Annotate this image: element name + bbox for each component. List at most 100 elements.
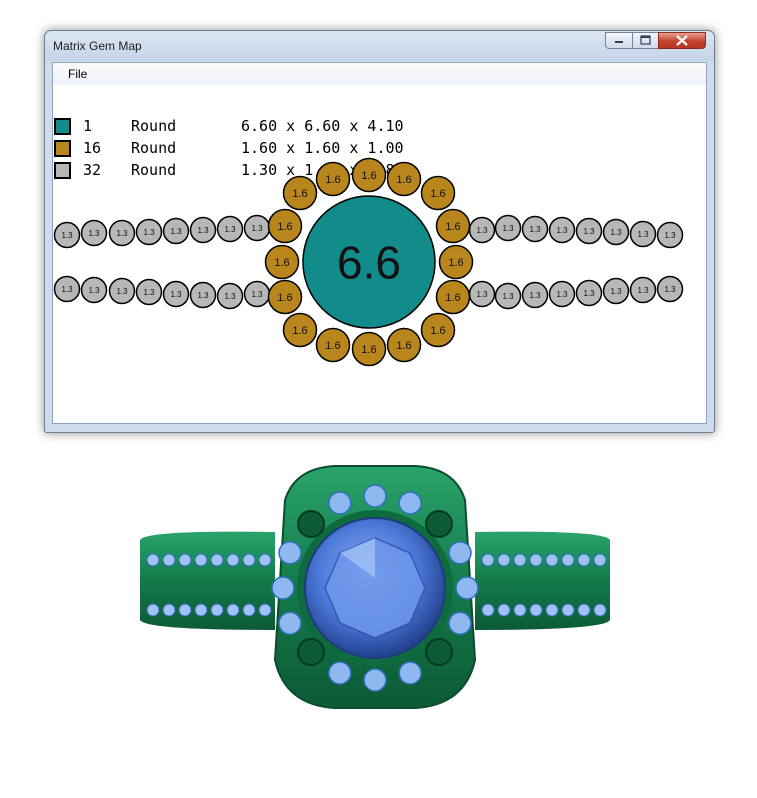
band-stone: 1.3 xyxy=(548,216,576,244)
band-stone: 1.3 xyxy=(243,214,271,242)
svg-text:1.6: 1.6 xyxy=(445,221,460,233)
svg-text:1.3: 1.3 xyxy=(88,229,100,238)
band-stone: 1.3 xyxy=(80,276,108,304)
halo-stone: 1.6 xyxy=(315,327,351,363)
ring-halo-stone xyxy=(363,668,387,692)
band-stone: 1.3 xyxy=(468,280,496,308)
ring-halo-stone xyxy=(455,576,479,600)
band-stone: 1.3 xyxy=(468,216,496,244)
svg-text:1.3: 1.3 xyxy=(610,287,622,296)
svg-text:1.3: 1.3 xyxy=(143,228,155,237)
ring-band-stone xyxy=(194,553,208,567)
band-stone: 1.3 xyxy=(189,216,217,244)
halo-stone: 1.6 xyxy=(386,161,422,197)
ring-band-stone xyxy=(545,553,559,567)
svg-text:1.3: 1.3 xyxy=(664,231,676,240)
minimize-icon xyxy=(615,41,623,43)
ring-halo-stone xyxy=(448,541,472,565)
svg-text:1.3: 1.3 xyxy=(170,227,182,236)
svg-text:1.3: 1.3 xyxy=(251,224,263,233)
close-button[interactable] xyxy=(658,32,706,49)
gem-map-window: Matrix Gem Map File 1 Round 6.60 x 6.60 … xyxy=(44,30,715,433)
ring-prong xyxy=(425,510,453,538)
ring-prong xyxy=(297,510,325,538)
svg-text:1.6: 1.6 xyxy=(292,325,307,337)
svg-text:1.6: 1.6 xyxy=(430,325,445,337)
title-bar[interactable]: Matrix Gem Map xyxy=(45,31,714,61)
close-icon xyxy=(676,35,688,46)
svg-text:1.6: 1.6 xyxy=(361,344,376,356)
band-stone: 1.3 xyxy=(53,275,81,303)
ring-render-image xyxy=(140,465,610,709)
ring-halo-stone xyxy=(271,576,295,600)
band-stone: 1.3 xyxy=(656,221,684,249)
halo-stone: 1.6 xyxy=(282,312,318,348)
ring-band-stone xyxy=(210,603,224,617)
svg-text:1.3: 1.3 xyxy=(583,289,595,298)
ring-band-stone xyxy=(577,553,591,567)
svg-text:1.3: 1.3 xyxy=(476,226,488,235)
ring-band-stone xyxy=(226,553,240,567)
band-stone: 1.3 xyxy=(521,215,549,243)
svg-text:1.6: 1.6 xyxy=(277,221,292,233)
svg-text:1.3: 1.3 xyxy=(143,288,155,297)
band-stone: 1.3 xyxy=(629,220,657,248)
svg-text:1.3: 1.3 xyxy=(224,292,236,301)
svg-text:6.6: 6.6 xyxy=(337,237,401,289)
svg-text:1.3: 1.3 xyxy=(88,286,100,295)
ring-halo-stone xyxy=(398,491,422,515)
svg-text:1.3: 1.3 xyxy=(197,226,209,235)
svg-text:1.6: 1.6 xyxy=(274,257,289,269)
band-stone: 1.3 xyxy=(629,276,657,304)
ring-band-stone xyxy=(178,603,192,617)
svg-text:1.3: 1.3 xyxy=(502,224,514,233)
band-stone: 1.3 xyxy=(521,281,549,309)
ring-band-stone xyxy=(242,553,256,567)
ring-band-stone xyxy=(226,603,240,617)
band-stone: 1.3 xyxy=(80,219,108,247)
halo-stone: 1.6 xyxy=(420,175,456,211)
maximize-button[interactable] xyxy=(632,32,659,49)
ring-band-stone xyxy=(497,553,511,567)
halo-stone: 1.6 xyxy=(282,175,318,211)
svg-text:1.6: 1.6 xyxy=(277,292,292,304)
ring-band-stone xyxy=(529,553,543,567)
svg-text:1.3: 1.3 xyxy=(583,227,595,236)
band-stone: 1.3 xyxy=(108,277,136,305)
ring-halo-stone xyxy=(363,484,387,508)
ring-band-stone xyxy=(162,553,176,567)
band-stone: 1.3 xyxy=(135,218,163,246)
ring-band-stone xyxy=(481,553,495,567)
ring-halo-stone xyxy=(398,661,422,685)
halo-stone: 1.6 xyxy=(351,157,387,193)
svg-text:1.6: 1.6 xyxy=(445,292,460,304)
ring-halo-stone xyxy=(328,491,352,515)
svg-text:1.3: 1.3 xyxy=(61,231,73,240)
band-stone: 1.3 xyxy=(53,221,81,249)
ring-halo-stone xyxy=(328,661,352,685)
halo-stone: 1.6 xyxy=(435,208,471,244)
svg-text:1.6: 1.6 xyxy=(361,170,376,182)
svg-text:1.3: 1.3 xyxy=(529,291,541,300)
svg-text:1.6: 1.6 xyxy=(292,188,307,200)
ring-band-stone xyxy=(529,603,543,617)
halo-stone: 1.6 xyxy=(267,279,303,315)
band-stone: 1.3 xyxy=(602,277,630,305)
halo-stone: 1.6 xyxy=(420,312,456,348)
ring-band-stone xyxy=(481,603,495,617)
svg-text:1.6: 1.6 xyxy=(325,174,340,186)
svg-text:1.3: 1.3 xyxy=(116,287,128,296)
svg-text:1.3: 1.3 xyxy=(556,226,568,235)
minimize-button[interactable] xyxy=(605,32,633,49)
ring-band-stone xyxy=(561,553,575,567)
band-stone: 1.3 xyxy=(216,215,244,243)
svg-text:1.6: 1.6 xyxy=(448,257,463,269)
band-stone: 1.3 xyxy=(494,282,522,310)
band-stone: 1.3 xyxy=(162,280,190,308)
ring-band-stone xyxy=(146,553,160,567)
halo-stone: 1.6 xyxy=(435,279,471,315)
band-stone: 1.3 xyxy=(189,281,217,309)
band-stone: 1.3 xyxy=(602,218,630,246)
maximize-icon xyxy=(640,35,651,45)
ring-prong xyxy=(297,638,325,666)
